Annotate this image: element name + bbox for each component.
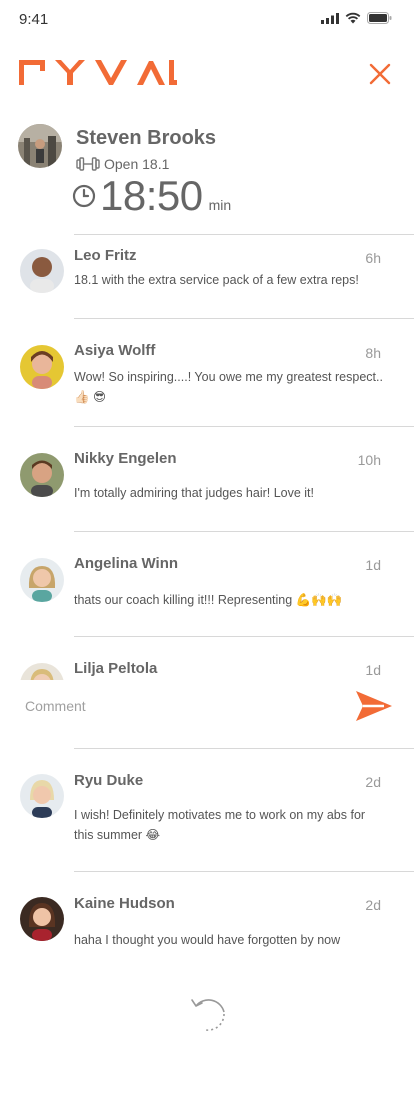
avatar[interactable] <box>20 453 64 497</box>
comment-item: Asiya Wolff 8h Wow! So inspiring....! Yo… <box>0 319 414 426</box>
close-button[interactable] <box>368 62 392 86</box>
comment-text: Wow! So inspiring....! You owe me my gre… <box>74 370 383 404</box>
comment-text: I'm totally admiring that judges hair! L… <box>74 486 315 500</box>
post-timer-unit: min <box>208 197 232 213</box>
comment-item: Leo Fritz 6h 18.1 with the extra service… <box>0 235 414 319</box>
comment-text: I wish! Definitely motivates me to work … <box>74 808 366 842</box>
avatar[interactable] <box>20 558 64 602</box>
comment-time: 1d <box>365 557 381 573</box>
avatar[interactable] <box>20 345 64 389</box>
commenter-name[interactable]: Leo Fritz <box>74 247 137 264</box>
close-icon <box>369 63 391 85</box>
ryval-logo <box>19 60 177 91</box>
comment-time: 2d <box>365 897 381 913</box>
commenter-name[interactable]: Asiya Wolff <box>74 342 155 359</box>
comment-input[interactable] <box>23 697 327 715</box>
post-author-avatar[interactable] <box>18 124 62 168</box>
status-icons <box>321 12 392 24</box>
avatar[interactable] <box>20 249 64 293</box>
comment-text: 18.1 with the extra service pack of a fe… <box>74 273 359 287</box>
battery-icon <box>367 12 392 24</box>
comment-item: Lilja Peltola 1d <box>0 637 414 681</box>
status-time: 9:41 <box>19 11 49 28</box>
comment-time: 10h <box>357 452 381 468</box>
comment-time: 2d <box>365 774 381 790</box>
signal-icon <box>321 12 339 24</box>
avatar[interactable] <box>20 897 64 941</box>
send-icon <box>356 691 392 721</box>
commenter-name[interactable]: Nikky Engelen <box>74 450 177 467</box>
comment-time: 1d <box>365 662 381 678</box>
commenter-name[interactable]: Angelina Winn <box>74 555 178 572</box>
post-author-name[interactable]: Steven Brooks <box>76 127 216 150</box>
dumbbell-icon <box>76 157 100 171</box>
comment-time: 6h <box>365 250 381 266</box>
avatar[interactable] <box>20 774 64 818</box>
comment-time: 8h <box>365 345 381 361</box>
avatar[interactable] <box>20 663 64 681</box>
commenter-name[interactable]: Kaine Hudson <box>74 895 175 912</box>
comment-item: Angelina Winn 1d thats our coach killing… <box>0 532 414 636</box>
post-workout: Open 18.1 <box>76 156 169 172</box>
clock-icon <box>72 184 96 208</box>
post-timer-value: 18:50 <box>100 172 203 219</box>
comment-text: thats our coach killing it!!! Representi… <box>74 593 343 607</box>
comment-item: Kaine Hudson 2d haha I thought you would… <box>0 872 414 962</box>
commenter-name[interactable]: Lilja Peltola <box>74 660 157 677</box>
comment-item: Ryu Duke 2d I wish! Definitely motivates… <box>0 749 414 871</box>
refresh-button[interactable] <box>186 992 230 1036</box>
comment-composer <box>0 680 414 734</box>
commenter-name[interactable]: Ryu Duke <box>74 772 143 789</box>
comment-item: Nikky Engelen 10h I'm totally admiring t… <box>0 427 414 531</box>
post-timer: 18:50 min <box>72 172 231 220</box>
wifi-icon <box>345 12 361 24</box>
post-workout-label: Open 18.1 <box>104 156 170 172</box>
send-button[interactable] <box>354 689 394 723</box>
refresh-icon <box>191 999 225 1031</box>
comment-text: haha I thought you would have forgotten … <box>74 933 341 947</box>
